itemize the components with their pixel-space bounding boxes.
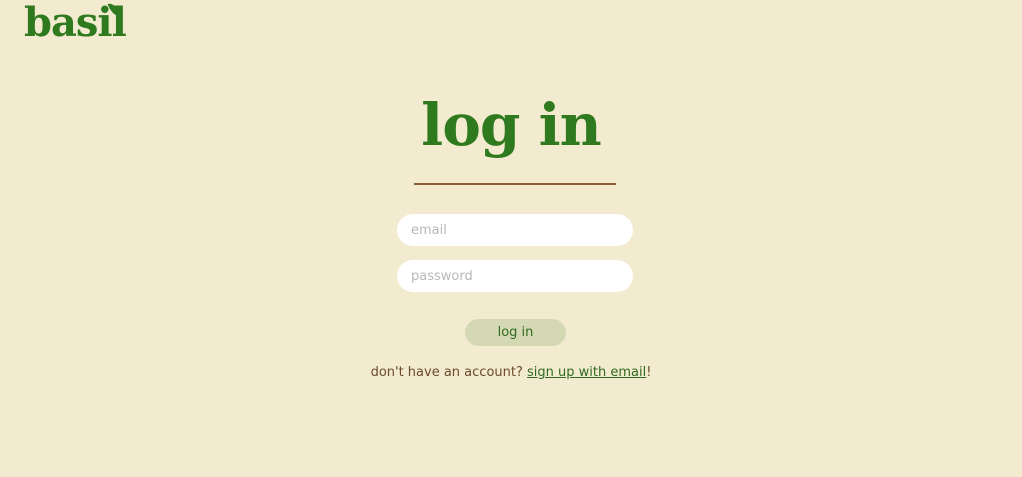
basil-logo[interactable]: basil bbox=[24, 0, 127, 43]
sign-up-with-email-link[interactable]: sign up with email bbox=[527, 365, 646, 380]
signup-suffix: ! bbox=[646, 365, 652, 380]
password-input[interactable] bbox=[397, 260, 633, 292]
signup-prompt-line: don't have an account? sign up with emai… bbox=[0, 365, 1022, 380]
page-title: log in bbox=[421, 91, 602, 159]
title-divider bbox=[414, 183, 616, 185]
email-input[interactable] bbox=[397, 214, 633, 246]
signup-prompt-text: don't have an account? bbox=[370, 365, 528, 380]
log-in-button[interactable]: log in bbox=[465, 319, 566, 346]
